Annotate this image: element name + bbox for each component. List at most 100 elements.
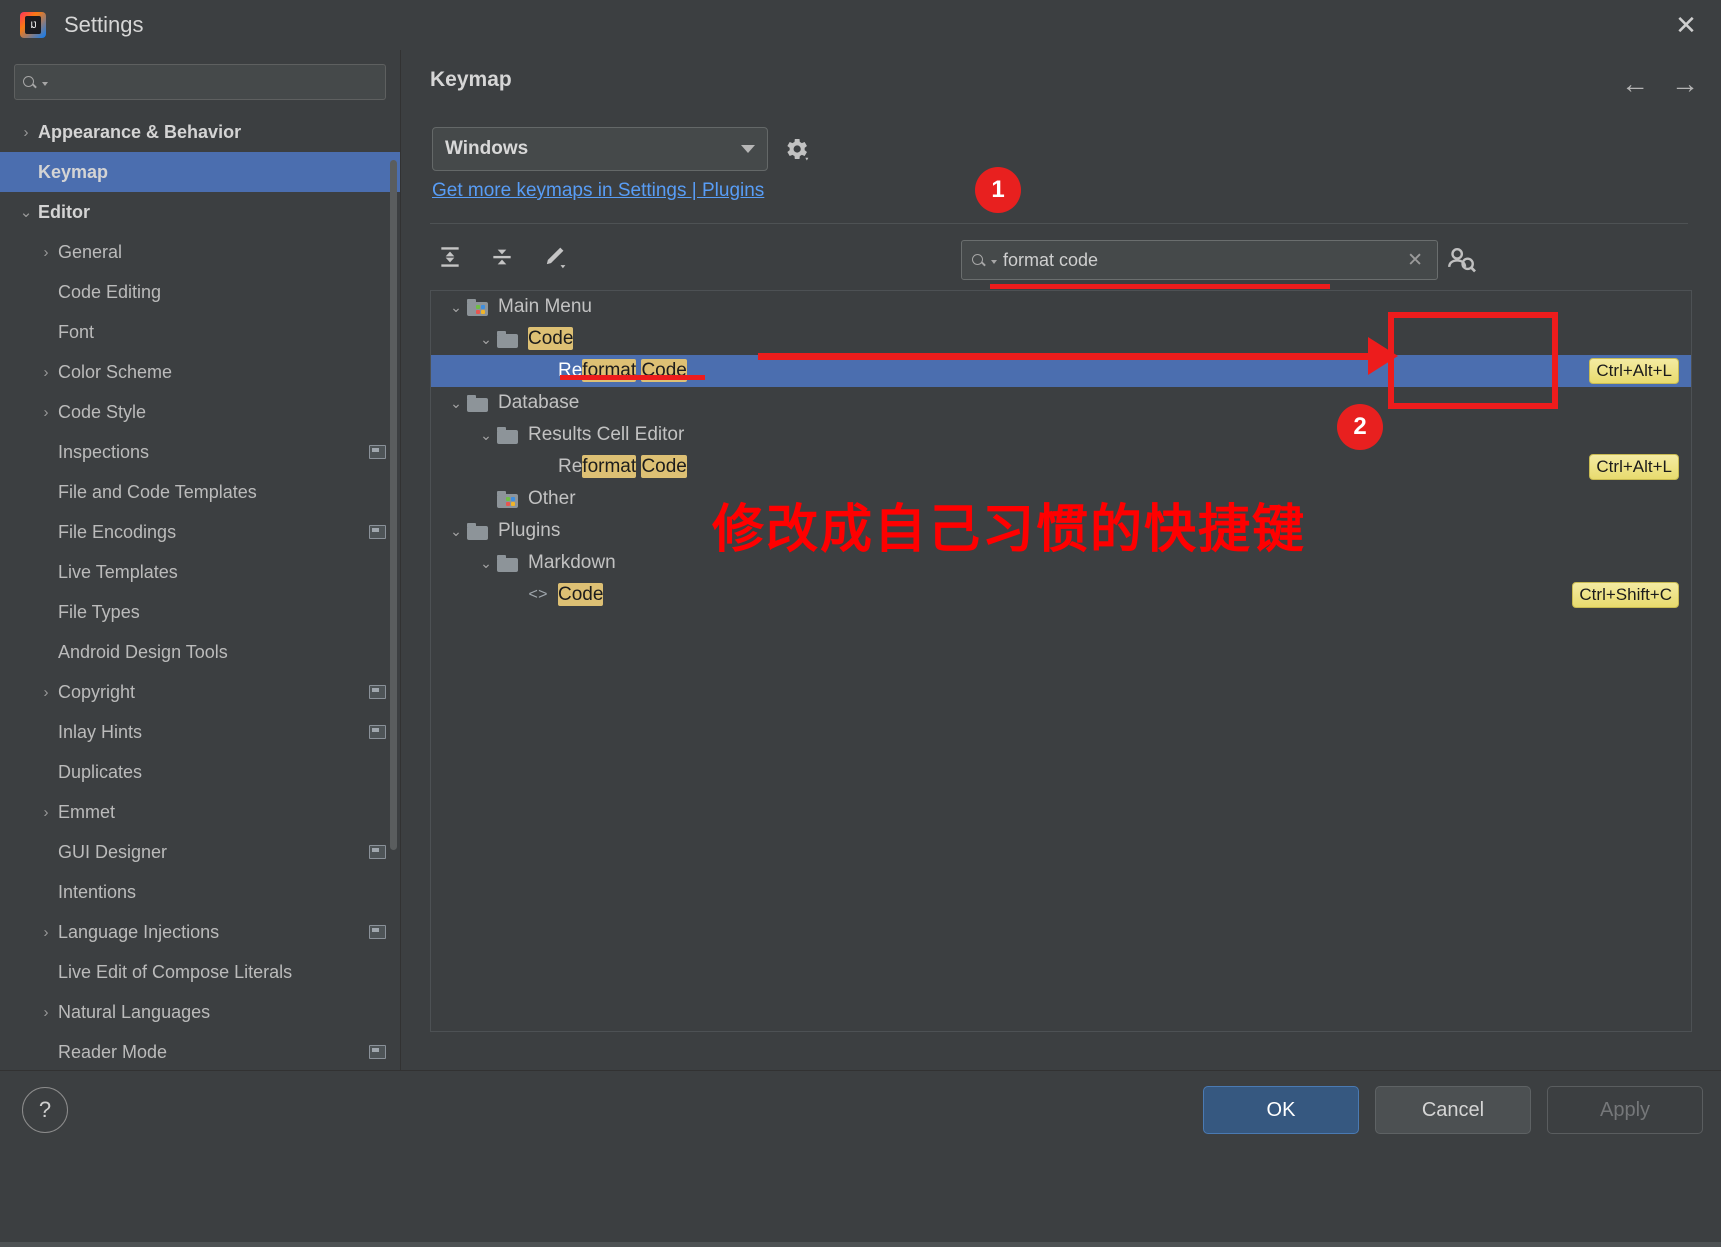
chevron-down-icon[interactable]: ⌄ — [475, 427, 497, 444]
get-more-keymaps-link[interactable]: Get more keymaps in Settings | Plugins — [432, 180, 764, 202]
nav-arrows: ← → — [1621, 70, 1699, 98]
code-tag-icon: <> — [527, 587, 549, 604]
search-match-highlight: format — [582, 455, 636, 478]
sidebar-item-reader-mode[interactable]: ›Reader Mode — [0, 1032, 400, 1070]
sidebar-item-color-scheme[interactable]: ›Color Scheme — [0, 352, 400, 392]
sidebar-item-duplicates[interactable]: ›Duplicates — [0, 752, 400, 792]
sidebar-item-label: Keymap — [38, 162, 108, 183]
sidebar-search-wrap — [0, 50, 400, 110]
chevron-right-icon[interactable]: › — [34, 244, 58, 261]
collapse-all-icon[interactable] — [483, 238, 521, 276]
chevron-right-icon[interactable]: › — [34, 684, 58, 701]
keymap-tree-row[interactable]: ›<>CodeCtrl+Shift+C — [431, 579, 1691, 611]
label-text: Plugins — [498, 520, 560, 541]
chevron-right-icon[interactable]: › — [34, 924, 58, 941]
chevron-right-icon[interactable]: › — [34, 804, 58, 821]
sidebar-item-label: Reader Mode — [58, 1042, 167, 1063]
chevron-right-icon[interactable]: › — [14, 124, 38, 141]
annotation-badge-2: 2 — [1337, 404, 1383, 450]
chevron-right-icon[interactable]: › — [34, 1004, 58, 1021]
sidebar-item-copyright[interactable]: ›Copyright — [0, 672, 400, 712]
sidebar-scrollbar[interactable] — [390, 160, 397, 850]
no-icon — [527, 363, 549, 380]
sidebar-item-label: Live Edit of Compose Literals — [58, 962, 292, 983]
sidebar-item-editor[interactable]: ⌄Editor — [0, 192, 400, 232]
sidebar-item-label: General — [58, 242, 122, 263]
keymap-tree-row[interactable]: ›Reformat CodeCtrl+Alt+L — [431, 451, 1691, 483]
settings-dialog: IJ Settings ✕ ›Appearance & Behavior›Key… — [0, 0, 1721, 1247]
sidebar-item-emmet[interactable]: ›Emmet — [0, 792, 400, 832]
sidebar-item-android-design-tools[interactable]: ›Android Design Tools — [0, 632, 400, 672]
sidebar-item-appearance-behavior[interactable]: ›Appearance & Behavior — [0, 112, 400, 152]
sidebar-item-keymap[interactable]: ›Keymap — [0, 152, 400, 192]
chevron-down-icon — [42, 82, 48, 86]
keymap-tree-row[interactable]: ⌄Results Cell Editor — [431, 419, 1691, 451]
settings-search-input[interactable] — [14, 64, 386, 100]
clear-x-icon[interactable]: ✕ — [1403, 249, 1427, 272]
sidebar-item-file-and-code-templates[interactable]: ›File and Code Templates — [0, 472, 400, 512]
chevron-down-icon[interactable]: ⌄ — [475, 555, 497, 572]
sidebar-item-code-style[interactable]: ›Code Style — [0, 392, 400, 432]
project-scope-icon — [369, 445, 386, 459]
sidebar-item-code-editing[interactable]: ›Code Editing — [0, 272, 400, 312]
apply-button[interactable]: Apply — [1547, 1086, 1703, 1134]
sidebar-item-inlay-hints[interactable]: ›Inlay Hints — [0, 712, 400, 752]
sidebar-item-label: File Encodings — [58, 522, 176, 543]
arrow-left-icon[interactable]: ← — [1621, 70, 1649, 98]
keymap-action-label: Code — [528, 328, 573, 350]
sidebar-item-live-edit-of-compose-literals[interactable]: ›Live Edit of Compose Literals — [0, 952, 400, 992]
chevron-down-icon[interactable]: ⌄ — [475, 331, 497, 348]
sidebar-item-label: File and Code Templates — [58, 482, 257, 503]
dialog-footer: ? OK Cancel Apply — [0, 1070, 1721, 1247]
chevron-down-icon[interactable]: ⌄ — [445, 299, 467, 316]
project-scope-icon — [369, 525, 386, 539]
sidebar-item-language-injections[interactable]: ›Language Injections — [0, 912, 400, 952]
annotation-underline-search — [990, 284, 1330, 289]
chevron-down-icon[interactable]: ⌄ — [445, 395, 467, 412]
close-icon[interactable]: ✕ — [1669, 8, 1703, 42]
sidebar-item-intentions[interactable]: ›Intentions — [0, 872, 400, 912]
sidebar-item-label: Natural Languages — [58, 1002, 210, 1023]
folder-menu-icon — [467, 299, 489, 316]
search-match-highlight: Code — [641, 455, 686, 478]
sidebar-item-label: Android Design Tools — [58, 642, 228, 663]
sidebar-item-file-encodings[interactable]: ›File Encodings — [0, 512, 400, 552]
label-text: Re — [558, 456, 582, 477]
search-match-highlight: Code — [528, 327, 573, 350]
label-text: Database — [498, 392, 579, 413]
chevron-down-icon[interactable]: ⌄ — [14, 203, 38, 221]
sidebar-item-label: Duplicates — [58, 762, 142, 783]
sidebar-item-natural-languages[interactable]: ›Natural Languages — [0, 992, 400, 1032]
expand-all-icon[interactable] — [431, 238, 469, 276]
pencil-edit-icon[interactable] — [535, 238, 573, 276]
chevron-right-icon[interactable]: › — [34, 364, 58, 381]
search-icon — [972, 253, 987, 268]
gear-icon[interactable] — [782, 135, 810, 163]
help-question-icon[interactable]: ? — [22, 1087, 68, 1133]
sidebar-item-font[interactable]: ›Font — [0, 312, 400, 352]
footer-buttons: OK Cancel Apply — [1203, 1086, 1703, 1134]
find-by-shortcut-icon[interactable] — [1443, 242, 1477, 276]
sidebar-item-inspections[interactable]: ›Inspections — [0, 432, 400, 472]
keymap-toolbar — [431, 238, 573, 276]
cancel-button[interactable]: Cancel — [1375, 1086, 1531, 1134]
label-text: Main Menu — [498, 296, 592, 317]
sidebar-item-gui-designer[interactable]: ›GUI Designer — [0, 832, 400, 872]
arrow-right-icon[interactable]: → — [1671, 70, 1699, 98]
keymap-selector-row: Windows — [432, 127, 810, 171]
chevron-down-icon[interactable]: ⌄ — [445, 523, 467, 540]
chevron-right-icon[interactable]: › — [34, 404, 58, 421]
sidebar-item-label: File Types — [58, 602, 140, 623]
ok-button[interactable]: OK — [1203, 1086, 1359, 1134]
project-scope-icon — [369, 1045, 386, 1059]
sidebar-item-live-templates[interactable]: ›Live Templates — [0, 552, 400, 592]
window-title: Settings — [64, 12, 144, 38]
keymap-search-input[interactable]: format code ✕ — [961, 240, 1438, 280]
sidebar-item-file-types[interactable]: ›File Types — [0, 592, 400, 632]
keymap-select[interactable]: Windows — [432, 127, 768, 171]
keymap-action-label: Reformat Code — [558, 456, 687, 478]
folder-icon — [497, 555, 519, 572]
sidebar-item-label: Live Templates — [58, 562, 178, 583]
sidebar-item-label: Intentions — [58, 882, 136, 903]
sidebar-item-general[interactable]: ›General — [0, 232, 400, 272]
